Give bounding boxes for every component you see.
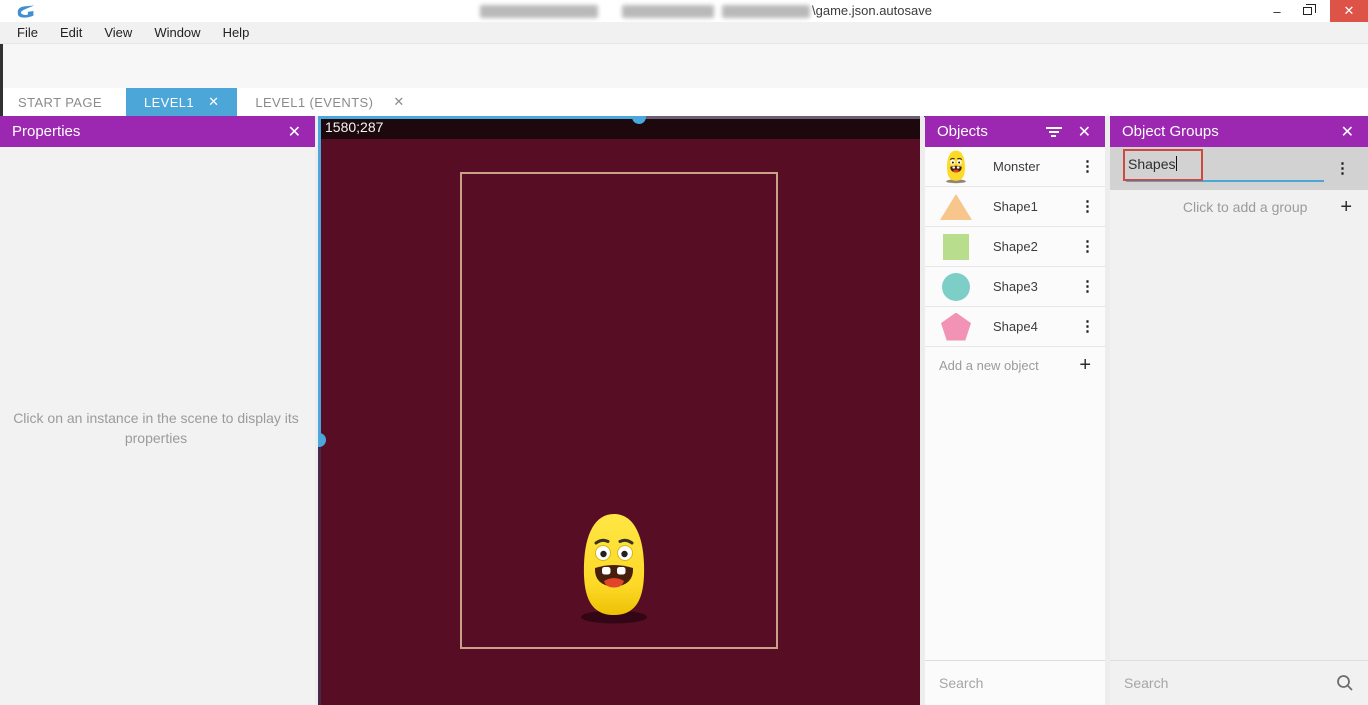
close-panel-icon[interactable]: ✕ [1076,122,1093,142]
selection-handle-left[interactable] [318,433,326,447]
gdevelop-window: \game.json.autosave – ✕ File Edit View W… [0,0,1368,705]
search-icon [1336,674,1354,692]
groups-search-input[interactable] [1124,675,1336,691]
selection-edge-left [318,116,321,438]
tab-start-page[interactable]: START PAGE [0,88,120,116]
toolbar: 1:1 [0,44,1368,88]
add-group-row[interactable]: Click to add a group + [1110,190,1368,224]
restore-icon [1303,7,1312,15]
object-groups-panel: Object Groups ✕ Shapes ⋮ Click to add a … [1110,116,1368,705]
close-icon: ✕ [1344,3,1355,19]
objects-panel: Objects ✕ Monster [925,116,1105,705]
object-label: Shape1 [975,199,1080,214]
object-row-shape1[interactable]: Shape1 ⋮ [925,187,1105,227]
object-row-shape4[interactable]: Shape4 ⋮ [925,307,1105,347]
menu-window[interactable]: Window [145,23,209,42]
close-panel-icon[interactable]: ✕ [1339,122,1356,142]
scene-edge-top [640,116,920,119]
group-name-edit-row: Shapes ⋮ [1110,147,1368,190]
circle-thumbnail-icon [937,270,975,304]
close-panel-icon[interactable]: ✕ [286,122,303,142]
menu-view[interactable]: View [95,23,141,42]
redacted-title-segment [722,5,810,18]
gdevelop-logo-icon [16,3,38,19]
menu-edit[interactable]: Edit [51,23,91,42]
group-name-input[interactable]: Shapes [1120,147,1325,190]
objects-search-row [925,660,1105,705]
monster-thumbnail-icon [937,150,975,184]
monster-instance[interactable] [579,512,649,626]
pentagon-thumbnail-icon [937,310,975,344]
add-object-row[interactable]: Add a new object + [925,347,1105,383]
tab-close-icon[interactable]: ✕ [393,94,404,110]
object-groups-panel-header: Object Groups ✕ [1110,116,1368,147]
scene-canvas[interactable]: 1580;287 [318,116,920,705]
more-options-icon[interactable]: ⋮ [1080,239,1095,254]
plus-icon[interactable]: + [1079,354,1091,377]
add-object-label: Add a new object [939,358,1039,373]
object-groups-panel-title: Object Groups [1122,123,1219,140]
annotation-highlight-box [1123,149,1203,181]
tab-level1[interactable]: LEVEL1 ✕ [126,88,237,116]
close-button[interactable]: ✕ [1330,0,1368,22]
window-title: \game.json.autosave [812,3,932,18]
title-bar: \game.json.autosave – ✕ [0,0,1368,22]
minimize-button[interactable]: – [1262,0,1292,22]
scene-edge-left [318,438,321,705]
object-row-monster[interactable]: Monster ⋮ [925,147,1105,187]
cursor-coordinates: 1580;287 [318,116,920,139]
more-options-icon[interactable]: ⋮ [1080,279,1095,294]
objects-panel-header: Objects ✕ [925,116,1105,147]
object-label: Monster [975,159,1080,174]
triangle-thumbnail-icon [937,190,975,224]
tab-close-icon[interactable]: ✕ [208,94,219,110]
redacted-title-segment [480,5,598,18]
groups-search-row [1110,660,1368,705]
filter-icon[interactable] [1046,125,1062,139]
object-row-shape3[interactable]: Shape3 ⋮ [925,267,1105,307]
object-label: Shape4 [975,319,1080,334]
object-row-shape2[interactable]: Shape2 ⋮ [925,227,1105,267]
properties-panel-title: Properties [12,123,80,140]
menu-bar: File Edit View Window Help [0,22,1368,44]
minimize-icon: – [1273,4,1280,19]
more-options-icon[interactable]: ⋮ [1080,159,1095,174]
objects-search-input[interactable] [939,675,1120,691]
more-options-icon[interactable]: ⋮ [1335,161,1350,176]
more-options-icon[interactable]: ⋮ [1080,319,1095,334]
tab-level1-events[interactable]: LEVEL1 (EVENTS) ✕ [237,88,422,116]
properties-empty-message: Click on an instance in the scene to dis… [10,408,302,448]
menu-help[interactable]: Help [214,23,259,42]
restore-button[interactable] [1292,0,1322,22]
redacted-title-segment [622,5,714,18]
add-group-label: Click to add a group [1126,199,1340,215]
object-label: Shape3 [975,279,1080,294]
objects-panel-title: Objects [937,123,988,140]
properties-panel: Properties ✕ Click on an instance in the… [0,116,315,705]
more-options-icon[interactable]: ⋮ [1080,199,1095,214]
tab-bar: START PAGE LEVEL1 ✕ LEVEL1 (EVENTS) ✕ [0,88,1368,116]
selection-edge-top [318,116,640,119]
menu-file[interactable]: File [8,23,47,42]
plus-icon[interactable]: + [1340,196,1352,219]
square-thumbnail-icon [937,230,975,264]
object-label: Shape2 [975,239,1080,254]
properties-panel-header: Properties ✕ [0,116,315,147]
